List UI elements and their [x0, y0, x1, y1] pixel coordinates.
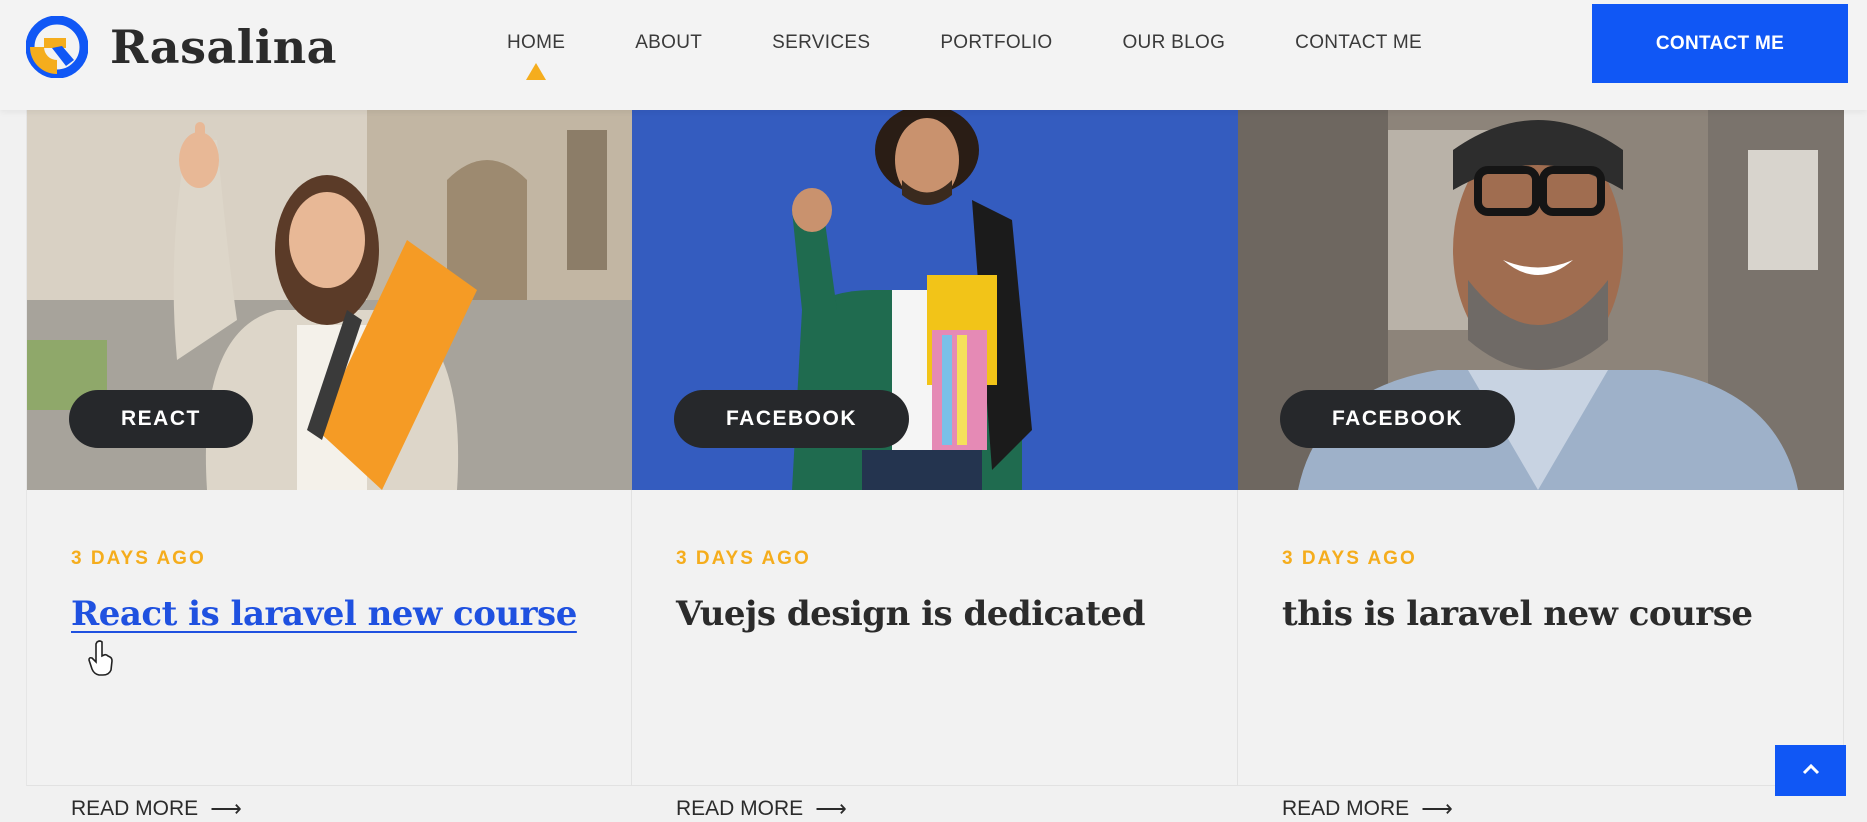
read-more-label: READ MORE [1282, 797, 1410, 820]
arrow-right-icon: ⟶ [1421, 796, 1453, 821]
nav-item-label: HOME [507, 32, 566, 53]
nav-item-services[interactable]: SERVICES [772, 32, 870, 54]
read-more-link[interactable]: READ MORE ⟶ [676, 796, 847, 822]
blog-post-list: REACT 3 DAYS AGO React is laravel new co… [26, 110, 1844, 821]
site-header: Rasalina HOME ABOUT SERVICES PORTFOLIO O… [0, 0, 1867, 110]
blog-card: REACT 3 DAYS AGO React is laravel new co… [26, 110, 633, 821]
post-title-link[interactable]: Vuejs design is dedicated [676, 594, 1145, 634]
nav-item-label: OUR BLOG [1122, 32, 1226, 53]
nav-item-about[interactable]: ABOUT [635, 32, 702, 54]
blog-card: FACEBOOK 3 DAYS AGO this is laravel new … [1238, 110, 1844, 821]
logo-icon [25, 15, 89, 79]
post-image[interactable]: FACEBOOK [632, 110, 1238, 490]
chevron-up-icon [1802, 762, 1820, 780]
category-badge[interactable]: FACEBOOK [1280, 390, 1516, 448]
nav-item-label: ABOUT [635, 32, 703, 53]
nav-item-label: CONTACT ME [1295, 32, 1423, 53]
hand-pointer-icon [88, 640, 114, 681]
main-nav: HOME ABOUT SERVICES PORTFOLIO OUR BLOG C… [507, 32, 1492, 80]
blog-card: FACEBOOK 3 DAYS AGO Vuejs design is dedi… [632, 110, 1238, 821]
post-date: 3 DAYS AGO [1282, 548, 1417, 569]
nav-item-blog[interactable]: OUR BLOG [1122, 32, 1225, 54]
post-date: 3 DAYS AGO [71, 548, 206, 569]
contact-me-button[interactable]: CONTACT ME [1592, 4, 1848, 83]
active-indicator-icon [526, 63, 547, 80]
arrow-right-icon: ⟶ [210, 796, 242, 821]
category-badge[interactable]: REACT [69, 390, 253, 448]
category-badge[interactable]: FACEBOOK [674, 390, 910, 448]
post-image[interactable]: REACT [27, 110, 633, 490]
read-more-label: READ MORE [676, 797, 804, 820]
post-date: 3 DAYS AGO [676, 548, 811, 569]
arrow-right-icon: ⟶ [815, 796, 847, 821]
post-title-link[interactable]: this is laravel new course [1282, 594, 1753, 634]
read-more-link[interactable]: READ MORE ⟶ [1282, 796, 1453, 822]
back-to-top-button[interactable] [1775, 745, 1846, 796]
logo-text: Rasalina [110, 20, 337, 74]
nav-item-label: PORTFOLIO [940, 32, 1053, 53]
read-more-label: READ MORE [71, 797, 199, 820]
nav-item-label: SERVICES [772, 32, 871, 53]
nav-item-home[interactable]: HOME [507, 32, 566, 80]
post-image[interactable]: FACEBOOK [1238, 110, 1844, 490]
site-logo[interactable]: Rasalina [25, 15, 337, 79]
nav-item-portfolio[interactable]: PORTFOLIO [940, 32, 1052, 54]
post-title-link[interactable]: React is laravel new course [71, 594, 577, 634]
read-more-link[interactable]: READ MORE ⟶ [71, 796, 242, 822]
nav-item-contact[interactable]: CONTACT ME [1295, 32, 1422, 54]
